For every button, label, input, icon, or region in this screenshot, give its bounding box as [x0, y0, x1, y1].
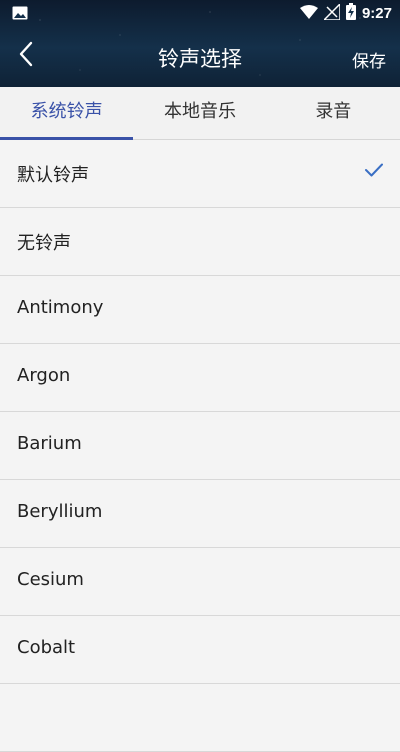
ringtone-name: Argon [17, 365, 71, 386]
ringtone-name: Barium [17, 433, 82, 454]
battery-charging-icon [345, 3, 356, 24]
ringtone-name: Antimony [17, 297, 104, 318]
list-item-partial[interactable] [0, 684, 400, 752]
signal-off-icon [322, 1, 341, 24]
list-item[interactable]: 无铃声 [0, 208, 400, 276]
ringtone-list: 默认铃声 无铃声 Antimony Argon Barium Beryllium… [0, 140, 400, 752]
tab-system-ringtones[interactable]: 系统铃声 [0, 87, 134, 140]
list-item[interactable]: Barium [0, 412, 400, 480]
save-button[interactable]: 保存 [352, 47, 386, 72]
tab-bar: 系统铃声 本地音乐 录音 [0, 87, 400, 140]
list-item[interactable]: Cesium [0, 548, 400, 616]
status-time: 9:27 [361, 5, 392, 22]
toolbar: 铃声选择 保存 [0, 26, 400, 87]
list-item[interactable]: 默认铃声 [0, 140, 400, 208]
page-title: 铃声选择 [158, 47, 242, 71]
wifi-icon [299, 4, 318, 23]
status-bar: 9:27 [0, 0, 400, 26]
ringtone-name: Cobalt [17, 637, 76, 658]
tab-local-music[interactable]: 本地音乐 [133, 87, 266, 139]
ringtone-name: 默认铃声 [17, 165, 89, 186]
header-background: 9:27 铃声选择 保存 [0, 0, 400, 87]
image-notification-icon [12, 5, 28, 24]
ringtone-name: Cesium [17, 569, 84, 590]
list-item[interactable]: Argon [0, 344, 400, 412]
list-item[interactable]: Antimony [0, 276, 400, 344]
tab-recordings[interactable]: 录音 [267, 87, 400, 139]
checkmark-icon [364, 162, 384, 182]
ringtone-name: 无铃声 [17, 233, 71, 254]
ringtone-name: Beryllium [17, 501, 103, 522]
list-item[interactable]: Cobalt [0, 616, 400, 684]
list-item[interactable]: Beryllium [0, 480, 400, 548]
